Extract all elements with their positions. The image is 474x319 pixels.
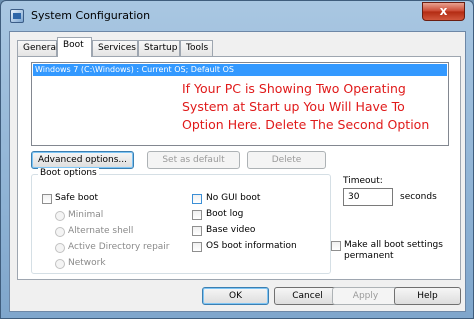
make-permanent-label: Make all boot settings permanent bbox=[344, 240, 443, 261]
title-bar[interactable]: System Configuration x bbox=[1, 1, 473, 31]
apply-button[interactable]: Apply bbox=[332, 287, 399, 305]
boot-options-label: Boot options bbox=[38, 168, 99, 178]
active-directory-repair-label: Active Directory repair bbox=[68, 242, 170, 252]
window-title: System Configuration bbox=[31, 9, 151, 22]
network-label: Network bbox=[68, 258, 106, 268]
timeout-input[interactable]: 30 bbox=[343, 188, 393, 206]
cancel-button[interactable]: Cancel bbox=[274, 287, 341, 305]
alternate-shell-radio[interactable] bbox=[55, 227, 65, 237]
tab-tools[interactable]: Tools bbox=[180, 40, 213, 56]
set-as-default-button[interactable]: Set as default bbox=[147, 151, 240, 169]
minimal-radio[interactable] bbox=[55, 211, 65, 221]
system-configuration-window: System Configuration x General Boot Serv… bbox=[0, 0, 474, 319]
help-button[interactable]: Help bbox=[394, 287, 461, 305]
ok-button[interactable]: OK bbox=[202, 287, 269, 305]
boot-entry-list[interactable]: Windows 7 (C:\Windows) : Current OS; Def… bbox=[31, 62, 449, 146]
tab-boot[interactable]: Boot bbox=[57, 37, 92, 57]
safe-boot-label: Safe boot bbox=[55, 193, 99, 203]
boot-log-checkbox[interactable] bbox=[192, 210, 202, 220]
make-permanent-checkbox[interactable] bbox=[331, 241, 341, 251]
tab-startup[interactable]: Startup bbox=[138, 40, 180, 56]
advanced-options-button[interactable]: Advanced options... bbox=[31, 151, 134, 169]
base-video-checkbox[interactable] bbox=[192, 226, 202, 236]
dialog-client-area: General Boot Services Startup Tools Wind… bbox=[9, 31, 466, 312]
msconfig-app-icon bbox=[10, 9, 24, 23]
safe-boot-checkbox[interactable] bbox=[42, 194, 52, 204]
os-boot-information-checkbox[interactable] bbox=[192, 242, 202, 252]
timeout-label: Timeout: bbox=[343, 176, 383, 186]
boot-log-label: Boot log bbox=[206, 209, 244, 219]
alternate-shell-label: Alternate shell bbox=[68, 226, 134, 236]
no-gui-boot-checkbox[interactable] bbox=[192, 194, 202, 204]
base-video-label: Base video bbox=[206, 225, 256, 235]
boot-tab-panel: Windows 7 (C:\Windows) : Current OS; Def… bbox=[17, 56, 461, 280]
network-radio[interactable] bbox=[55, 259, 65, 269]
minimal-label: Minimal bbox=[68, 210, 104, 220]
close-button[interactable]: x bbox=[422, 2, 465, 21]
delete-button[interactable]: Delete bbox=[247, 151, 326, 169]
tab-general[interactable]: General bbox=[17, 40, 58, 56]
tab-services[interactable]: Services bbox=[92, 40, 138, 56]
no-gui-boot-label: No GUI boot bbox=[206, 193, 261, 203]
active-directory-repair-radio[interactable] bbox=[55, 243, 65, 253]
annotation-text: If Your PC is Showing Two Operating Syst… bbox=[182, 81, 430, 132]
boot-entry-row[interactable]: Windows 7 (C:\Windows) : Current OS; Def… bbox=[33, 64, 447, 76]
timeout-unit-label: seconds bbox=[400, 192, 437, 202]
os-boot-information-label: OS boot information bbox=[206, 241, 297, 251]
